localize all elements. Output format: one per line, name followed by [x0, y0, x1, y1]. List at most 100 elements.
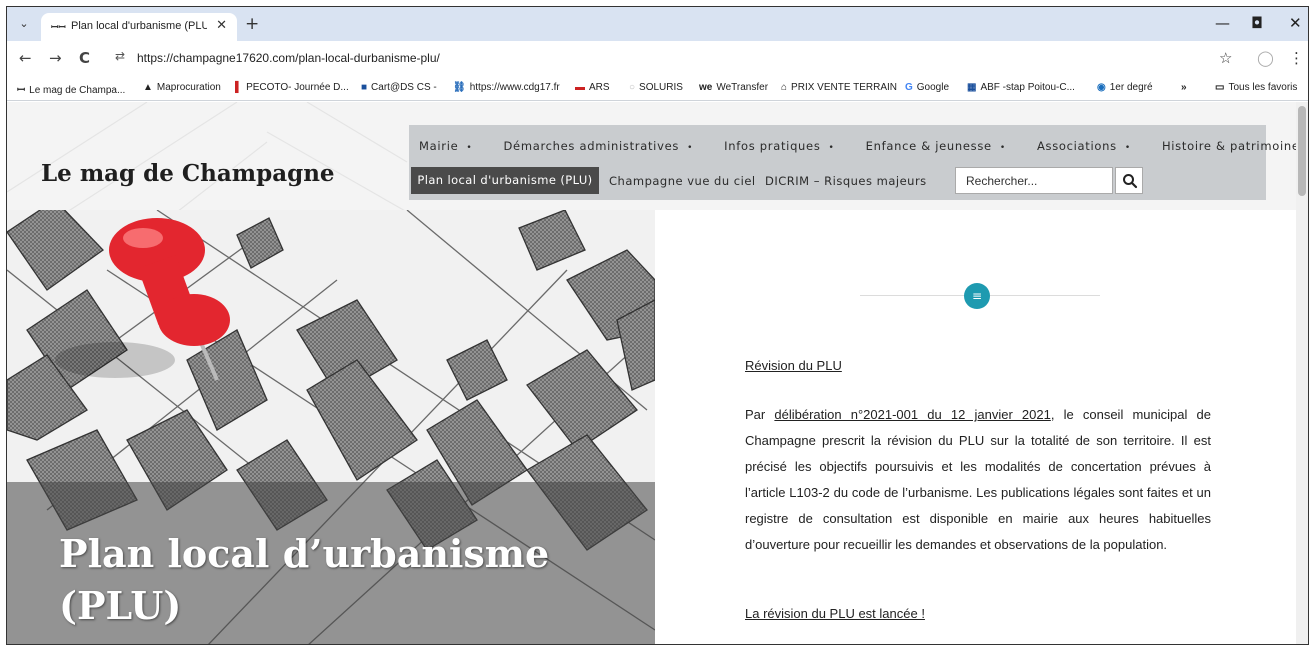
- browser-menu-icon[interactable]: ⋮: [1289, 49, 1304, 67]
- bookmark-icon: we: [699, 82, 713, 93]
- bookmark-item[interactable]: ■ Cart@DS CS -: [361, 82, 437, 93]
- reload-icon[interactable]: C: [79, 49, 90, 67]
- bookmark-icon: ⛓: [453, 82, 466, 93]
- bookmarks-overflow-icon[interactable]: »: [1181, 82, 1187, 93]
- bookmark-icon: ▲: [143, 82, 153, 93]
- bookmark-item[interactable]: ▲ Maprocuration: [143, 82, 221, 93]
- bookmark-star-icon[interactable]: ☆: [1219, 49, 1232, 67]
- bookmark-label: ABF -stap Poitou-C...: [980, 82, 1075, 93]
- dropdown-dot-icon: •: [999, 143, 1006, 153]
- address-bar[interactable]: ⇄ https://champagne17620.com/plan-local-…: [107, 46, 1227, 70]
- bookmark-icon: ꟷ: [17, 85, 26, 96]
- menu-item-vue-du-ciel[interactable]: Champagne vue du ciel: [609, 174, 756, 188]
- paragraph-prefix: Par: [745, 407, 775, 422]
- bookmark-label: PECOTO- Journée D...: [246, 82, 349, 93]
- bookmark-icon: ○: [629, 82, 636, 93]
- bookmark-label: Cart@DS CS -: [371, 82, 437, 93]
- bookmark-label: WeTransfer: [716, 82, 769, 93]
- window-close-icon[interactable]: ✕: [1289, 14, 1302, 32]
- deliberation-link[interactable]: délibération n°2021-001 du 12 janvier 20…: [774, 407, 1050, 422]
- new-tab-icon[interactable]: +: [245, 14, 259, 34]
- site-info-icon[interactable]: ⇄: [115, 49, 125, 63]
- dropdown-dot-icon: •: [1124, 143, 1131, 153]
- menu-item-plu-active[interactable]: Plan local d'urbanisme (PLU): [411, 167, 599, 194]
- menu-item-associations[interactable]: Associations •: [1037, 139, 1131, 153]
- menu-item-infos-pratiques[interactable]: Infos pratiques •: [724, 139, 834, 153]
- web-page: Le mag de Champagne Mairie • Démarches ad…: [7, 102, 1308, 644]
- bookmark-item[interactable]: ○ SOLURIS: [629, 82, 683, 93]
- revision-launched-link[interactable]: La révision du PLU est lancée !: [745, 606, 925, 621]
- profile-icon[interactable]: ◯: [1257, 49, 1274, 67]
- bookmark-label: ARS: [589, 82, 610, 93]
- bookmark-icon: ▦: [967, 82, 977, 93]
- search-button[interactable]: [1115, 167, 1143, 194]
- search-icon: [1123, 174, 1138, 189]
- forward-icon[interactable]: →: [49, 49, 62, 67]
- all-bookmarks-label: Tous les favoris: [1228, 82, 1298, 93]
- hero-title: Plan local d’urbanisme (PLU): [59, 531, 550, 628]
- maximize-icon[interactable]: ◘: [1251, 14, 1263, 32]
- tab-close-icon[interactable]: ✕: [216, 18, 227, 33]
- all-bookmarks[interactable]: ▭ Tous les favoris: [1215, 82, 1297, 93]
- bookmark-item[interactable]: ▌ PECOTO- Journée D...: [235, 82, 349, 93]
- menu-item-dicrim[interactable]: DICRIM – Risques majeurs: [765, 174, 927, 188]
- hero-image: Plan local d’urbanisme (PLU): [7, 210, 655, 644]
- bookmark-icon: G: [905, 82, 913, 93]
- site-title[interactable]: Le mag de Champagne: [41, 160, 335, 187]
- bookmark-icon: ▌: [235, 82, 243, 93]
- menu-item-mairie[interactable]: Mairie •: [419, 139, 472, 153]
- main-navigation: Mairie • Démarches administratives • Infos…: [409, 125, 1308, 200]
- bookmark-label: Le mag de Champa...: [29, 85, 126, 96]
- bookmark-label: SOLURIS: [639, 82, 683, 93]
- dropdown-dot-icon: •: [466, 143, 473, 153]
- folder-icon: ▭: [1215, 82, 1225, 93]
- bookmark-item[interactable]: ⛓ https://www.cdg17.fr: [453, 82, 560, 93]
- bookmark-icon: ▬: [575, 82, 585, 93]
- tab-list-icon[interactable]: ⌄: [15, 15, 33, 33]
- search-input[interactable]: Rechercher...: [955, 167, 1113, 194]
- bookmark-item[interactable]: we WeTransfer: [699, 82, 768, 93]
- url-text[interactable]: https://champagne17620.com/plan-local-du…: [137, 51, 440, 65]
- dropdown-dot-icon: •: [687, 143, 694, 153]
- menu-item-demarches[interactable]: Démarches administratives •: [503, 139, 693, 153]
- tab-title: Plan local d'urbanisme (PLU) - |: [71, 20, 207, 32]
- section-heading-revision[interactable]: Révision du PLU: [745, 358, 842, 373]
- bookmark-label: PRIX VENTE TERRAIN: [791, 82, 897, 93]
- bookmark-item[interactable]: ▦ ABF -stap Poitou-C...: [967, 82, 1075, 93]
- bookmark-icon: ◉: [1097, 82, 1106, 93]
- tab-strip: ⌄ ꟷꟷ Plan local d'urbanisme (PLU) - | ✕ …: [7, 7, 1308, 41]
- bookmark-label: https://www.cdg17.fr: [469, 82, 560, 93]
- bookmark-item[interactable]: ⌂ PRIX VENTE TERRAIN: [781, 82, 897, 93]
- menu-item-label: Enfance & jeunesse: [865, 139, 992, 153]
- bookmark-label: Maprocuration: [156, 82, 221, 93]
- bookmark-item[interactable]: ▬ ARS: [575, 82, 610, 93]
- browser-toolbar: ← → C ⇄ https://champagne17620.com/plan-…: [7, 41, 1308, 75]
- bookmark-icon: ⌂: [781, 82, 788, 93]
- bookmark-label: Google: [916, 82, 950, 93]
- menu-item-label: Démarches administratives: [503, 139, 680, 153]
- scrollbar-thumb[interactable]: [1298, 106, 1306, 196]
- bookmark-label: 1er degré: [1109, 82, 1153, 93]
- bookmark-item[interactable]: G Google: [905, 82, 949, 93]
- paragraph-text: , le conseil municipal de Champagne pres…: [745, 407, 1211, 552]
- minimize-icon[interactable]: —: [1215, 14, 1230, 32]
- menu-item-histoire-patrimoine[interactable]: Histoire & patrimoine•: [1162, 139, 1308, 153]
- menu-item-label: Infos pratiques: [724, 139, 821, 153]
- dropdown-dot-icon: •: [828, 143, 835, 153]
- article-paragraph: Par délibération n°2021-001 du 12 janvie…: [745, 402, 1211, 558]
- bookmark-item[interactable]: ꟷ Le mag de Champa...: [17, 82, 125, 96]
- article-content: ≡ Révision du PLU Par délibération n°202…: [655, 210, 1308, 644]
- document-icon: ≡: [964, 283, 990, 309]
- menu-item-label: Associations: [1036, 139, 1117, 153]
- browser-window: ⌄ ꟷꟷ Plan local d'urbanisme (PLU) - | ✕ …: [6, 6, 1309, 645]
- back-icon[interactable]: ←: [19, 49, 32, 67]
- menu-item-label: Histoire & patrimoine: [1161, 139, 1300, 153]
- bookmark-icon: ■: [361, 82, 368, 93]
- site-favicon-icon: ꟷꟷ: [51, 23, 66, 33]
- bookmark-item[interactable]: ◉ 1er degré: [1097, 82, 1153, 93]
- active-tab[interactable]: ꟷꟷ Plan local d'urbanisme (PLU) - | ✕: [41, 13, 237, 41]
- bookmarks-bar: ꟷ Le mag de Champa... ▲ Maprocuration ▌ PEC…: [7, 75, 1308, 101]
- page-scrollbar[interactable]: [1296, 102, 1308, 644]
- menu-item-enfance-jeunesse[interactable]: Enfance & jeunesse •: [866, 139, 1006, 153]
- menu-item-label: Mairie: [419, 139, 459, 153]
